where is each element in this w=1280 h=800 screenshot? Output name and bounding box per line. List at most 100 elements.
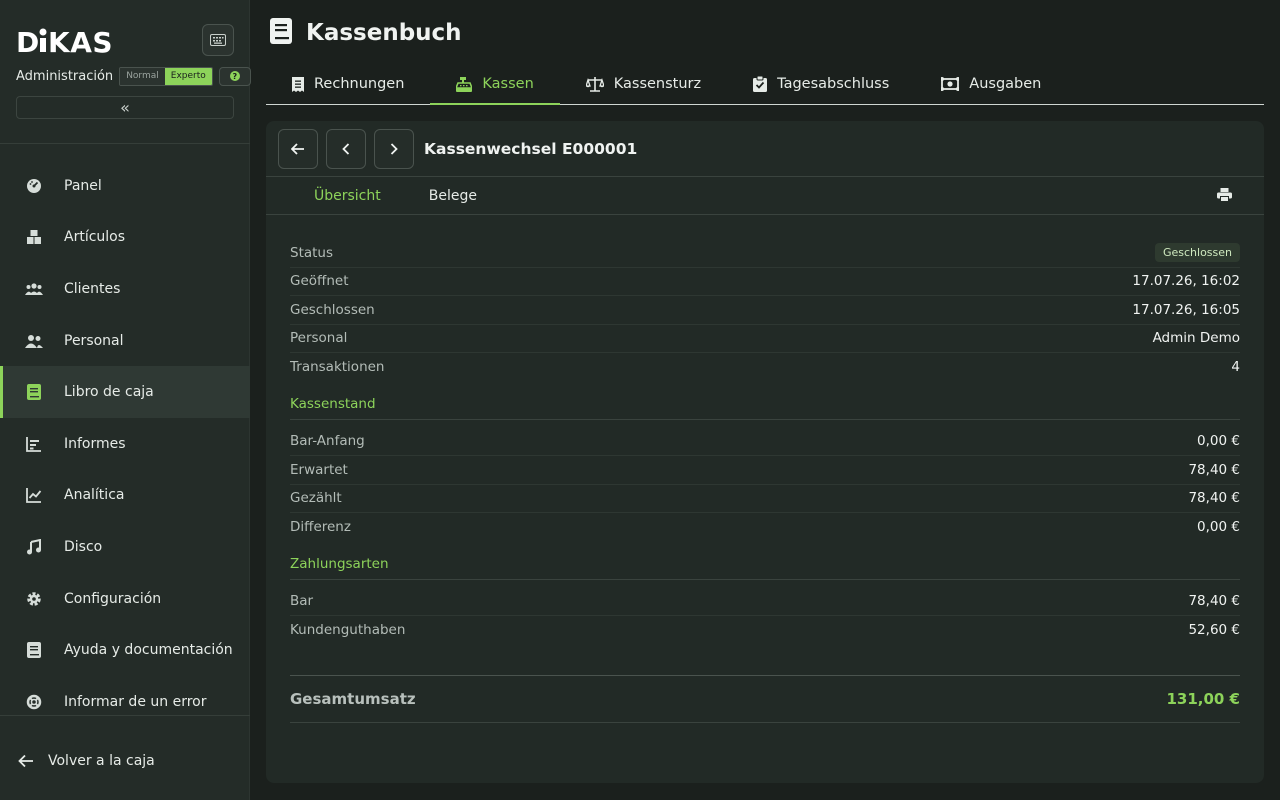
back-label: Volver a la caja xyxy=(48,753,155,769)
sidebar-item-configuracion[interactable]: Configuración xyxy=(0,573,250,625)
row-label: Transaktionen xyxy=(290,359,385,376)
sidebar-divider xyxy=(0,143,250,144)
sidebar-item-label: Personal xyxy=(64,332,124,349)
tab-label: Tagesabschluss xyxy=(777,76,890,92)
keyboard-icon xyxy=(210,34,226,46)
sidebar-item-analitica[interactable]: Analítica xyxy=(0,470,250,522)
sidebar-item-panel[interactable]: Panel xyxy=(0,160,250,212)
sidebar-item-articulos[interactable]: Artículos xyxy=(0,212,250,264)
page-title: Kassenbuch xyxy=(306,20,462,46)
svg-text:KAS: KAS xyxy=(48,26,113,58)
status-badge: Geschlossen xyxy=(1154,243,1240,263)
tab-label: Rechnungen xyxy=(314,76,405,92)
admin-label: Administración xyxy=(16,68,114,84)
printer-icon xyxy=(1217,188,1232,202)
sidebar-item-personal[interactable]: Personal xyxy=(0,315,250,367)
row-label: Status xyxy=(290,244,334,261)
row-value: 17.07.26, 16:02 xyxy=(1132,273,1240,290)
collapse-sidebar-button[interactable]: « xyxy=(16,96,234,119)
row-label: Bar-Anfang xyxy=(290,433,365,450)
sidebar-item-disco[interactable]: Disco xyxy=(0,521,250,573)
sidebar-item-label: Libro de caja xyxy=(64,384,154,401)
section-heading-zahlungsarten: Zahlungsarten xyxy=(290,552,1240,580)
app-logo[interactable]: D KAS xyxy=(16,24,120,66)
dashboard-icon xyxy=(24,176,44,196)
row-value: 17.07.26, 16:05 xyxy=(1132,301,1240,318)
tab-tagesabschluss[interactable]: Tagesabschluss xyxy=(727,64,915,104)
row-value: 78,40 € xyxy=(1188,461,1240,478)
kassenstand-row: Bar-Anfang 0,00 € xyxy=(290,428,1240,456)
keyboard-button[interactable] xyxy=(202,24,234,56)
total-row: Gesamtumsatz 131,00 € xyxy=(290,675,1240,723)
summary-row-closed: Geschlossen 17.07.26, 16:05 xyxy=(290,296,1240,325)
tab-label: Kassen xyxy=(482,76,534,92)
sidebar-item-informar-error[interactable]: Informar de un error xyxy=(0,676,250,728)
dikas-logo: D KAS xyxy=(16,26,113,59)
sidebar-nav: Panel Artículos Clientes Personal Libro … xyxy=(0,160,250,728)
kassenstand-row: Gezählt 78,40 € xyxy=(290,485,1240,513)
sidebar-item-ayuda[interactable]: Ayuda y documentación xyxy=(0,624,250,676)
row-value: Admin Demo xyxy=(1152,330,1240,347)
music-note-icon xyxy=(24,537,44,557)
sidebar-item-label: Clientes xyxy=(64,280,121,297)
tab-kassen[interactable]: Kassen xyxy=(430,64,561,105)
sidebar-divider xyxy=(0,715,250,716)
print-button[interactable] xyxy=(1217,187,1232,206)
book-icon xyxy=(270,18,292,48)
sidebar-item-label: Analítica xyxy=(64,487,125,504)
subtab-belege[interactable]: Belege xyxy=(429,188,477,204)
row-value: 0,00 € xyxy=(1197,433,1240,450)
kassenstand-row: Erwartet 78,40 € xyxy=(290,456,1240,485)
previous-button[interactable] xyxy=(326,128,366,169)
total-label: Gesamtumsatz xyxy=(290,690,416,708)
scale-icon xyxy=(585,76,604,92)
mode-toggle[interactable]: Normal Experto xyxy=(119,66,213,86)
row-value: 52,60 € xyxy=(1188,622,1240,639)
row-value: 78,40 € xyxy=(1188,593,1240,610)
row-value: 0,00 € xyxy=(1197,519,1240,536)
sidebar-item-label: Configuración xyxy=(64,590,162,607)
help-button[interactable]: ? xyxy=(218,66,251,86)
mode-normal[interactable]: Normal xyxy=(120,67,165,85)
chevron-right-icon xyxy=(390,142,398,155)
subtab-uebersicht[interactable]: Übersicht xyxy=(314,188,381,204)
back-button[interactable] xyxy=(278,128,318,169)
summary-row-status: Status Geschlossen xyxy=(290,239,1240,268)
chevron-left-icon xyxy=(342,142,350,155)
tab-kassensturz[interactable]: Kassensturz xyxy=(560,64,727,104)
row-label: Bar xyxy=(290,593,314,610)
svg-text:D: D xyxy=(16,26,40,58)
zahlungsarten-list: Bar 78,40 € Kundenguthaben 52,60 € xyxy=(290,588,1240,645)
summary-row-staff: Personal Admin Demo xyxy=(290,325,1240,353)
boxes-icon xyxy=(24,227,44,247)
sidebar-item-label: Ayuda y documentación xyxy=(64,642,233,659)
sidebar-item-informes[interactable]: Informes xyxy=(0,418,250,470)
back-to-register-link[interactable]: Volver a la caja xyxy=(16,750,155,772)
tab-label: Kassensturz xyxy=(613,76,702,92)
book-icon xyxy=(24,382,44,402)
arrow-left-icon xyxy=(291,142,304,155)
row-label: Personal xyxy=(290,330,348,347)
sidebar-item-clientes[interactable]: Clientes xyxy=(0,263,250,315)
mode-expert[interactable]: Experto xyxy=(164,67,212,85)
users-group-icon xyxy=(24,279,44,299)
row-label: Kundenguthaben xyxy=(290,622,406,639)
document-icon xyxy=(24,640,44,660)
sidebar-item-libro-de-caja[interactable]: Libro de caja xyxy=(0,366,250,418)
tab-rechnungen[interactable]: Rechnungen xyxy=(266,64,430,104)
sidebar: D KAS Administración Normal Experto ? « xyxy=(0,0,251,800)
summary-list: Status Geschlossen Geöffnet 17.07.26, 16… xyxy=(290,239,1240,382)
card-toolbar: Kassenwechsel E000001 xyxy=(266,121,1264,177)
sidebar-item-label: Disco xyxy=(64,538,103,555)
lifebuoy-icon xyxy=(24,692,44,712)
kassenstand-list: Bar-Anfang 0,00 € Erwartet 78,40 € Gezäh… xyxy=(290,428,1240,542)
kassenstand-row: Differenz 0,00 € xyxy=(290,513,1240,542)
row-value: 4 xyxy=(1231,359,1240,376)
payment-row: Kundenguthaben 52,60 € xyxy=(290,616,1240,645)
clipboard-check-icon xyxy=(753,76,768,92)
row-label: Gezählt xyxy=(290,490,342,507)
next-button[interactable] xyxy=(374,128,414,169)
admin-row: Administración Normal Experto ? xyxy=(16,66,251,86)
card-title: Kassenwechsel E000001 xyxy=(424,139,638,158)
tab-ausgaben[interactable]: Ausgaben xyxy=(915,64,1067,104)
